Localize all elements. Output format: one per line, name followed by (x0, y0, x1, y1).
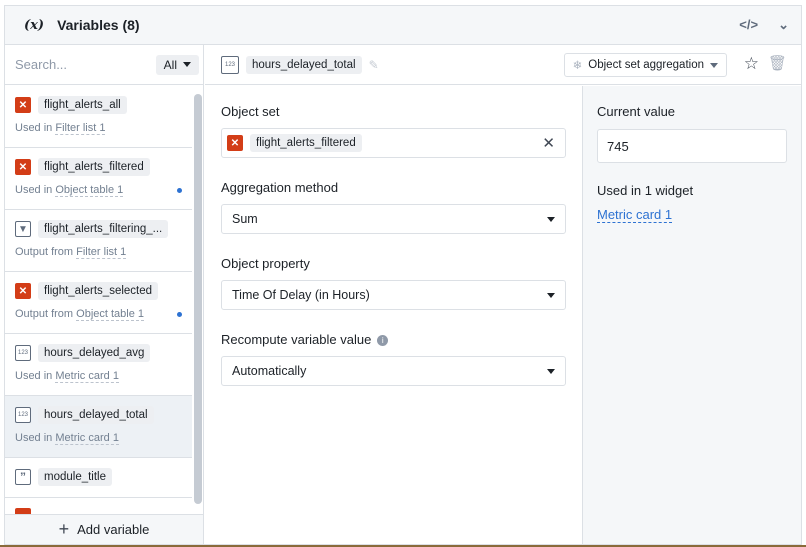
add-variable-button[interactable]: + Add variable (5, 514, 203, 544)
pencil-icon[interactable]: ✎ (369, 58, 379, 72)
variable-list: ✕ flight_alerts_all Used in Filter list 1 ✕… (5, 86, 192, 514)
usage-prefix: Output from (15, 246, 74, 258)
numeric-icon: 123 (221, 55, 239, 74)
usage-link[interactable]: Filter list 1 (76, 246, 127, 259)
list-item[interactable]: 123 hours_delayed_total Used in Metric car… (5, 396, 192, 458)
variables-panel: (x) Variables (8) </> ⌄ All ✕ flight_aler… (4, 5, 802, 545)
usage-prefix: Used in (15, 432, 53, 444)
numeric-icon: 123 (15, 345, 31, 361)
variable-usage: Used in Metric card 1 (15, 370, 192, 383)
current-value-label: Current value (597, 104, 676, 119)
numeric-icon: 123 (15, 407, 31, 423)
plus-icon: + (58, 519, 70, 539)
list-item[interactable]: ✕ flight_alerts_filtered Used in Object ta… (5, 148, 192, 210)
list-item[interactable]: ✕ flight_alerts_selected Output from Objec… (5, 272, 192, 334)
variable-name[interactable]: hours_delayed_total (246, 55, 362, 74)
modified-dot (177, 188, 182, 193)
object-set-field[interactable]: ✕ flight_alerts_filtered ✕ (221, 128, 566, 158)
variable-type-select[interactable]: ❄ Object set aggregation (563, 53, 727, 77)
variable-name: flight_alerts_selected (38, 282, 159, 300)
variable-usage: Output from Object table 1 (15, 308, 192, 321)
object-set-icon: ✕ (15, 159, 31, 175)
usage-link[interactable]: Metric card 1 (55, 432, 119, 445)
object-set-value: flight_alerts_filtered (250, 134, 362, 152)
variable-usage: Output from Filter list 1 (15, 246, 192, 259)
recompute-value: Automatically (232, 364, 307, 378)
modified-dot (177, 312, 182, 317)
variable-usage: Used in Metric card 1 (15, 432, 192, 445)
recompute-select[interactable]: Automatically (221, 356, 566, 386)
aggregation-label: Aggregation method (221, 180, 339, 195)
chevron-down-icon[interactable]: ⌄ (778, 17, 789, 33)
caret-down-icon (547, 292, 555, 298)
code-icon[interactable]: </> (739, 17, 758, 33)
usage-prefix: Output from (15, 308, 74, 320)
current-value: 745 (597, 129, 787, 163)
widget-link[interactable]: Metric card 1 (597, 207, 673, 223)
variable-name: flight_alerts_all (38, 96, 127, 114)
used-in-label: Used in 1 widget (597, 183, 694, 198)
details-panel: Current value 745 Used in 1 widget Metri… (583, 86, 801, 544)
object-set-icon: ✕ (15, 97, 31, 113)
object-set-icon: ✕ (227, 135, 243, 151)
object-set-label: Object set (221, 104, 280, 119)
trash-icon[interactable]: 🗑 (768, 54, 787, 72)
star-icon[interactable]: ☆ (744, 54, 759, 74)
property-label: Object property (221, 256, 310, 271)
caret-down-icon (547, 368, 555, 374)
search-input[interactable] (15, 57, 156, 72)
caret-down-icon (183, 62, 191, 67)
usage-link[interactable]: Object table 1 (76, 308, 145, 321)
aggregation-select[interactable]: Sum (221, 204, 566, 234)
variable-name: flight_alerts_filtering_... (38, 220, 169, 238)
list-item[interactable]: ▼ flight_alerts_filtering_... Output from … (5, 210, 192, 272)
add-variable-label: Add variable (77, 522, 150, 537)
variable-name: hours_delayed_avg (38, 344, 151, 362)
variable-usage: Used in Object table 1 (15, 184, 192, 197)
aggregation-value: Sum (232, 212, 258, 226)
string-icon: ” (15, 469, 31, 485)
panel-title: Variables (8) (57, 17, 140, 33)
scrollbar[interactable] (194, 94, 202, 504)
variable-type-value: Object set aggregation (588, 59, 704, 71)
variable-toolbar: 123 hours_delayed_total ✎ ❄ Object set a… (205, 45, 801, 85)
variable-icon: (x) (24, 17, 45, 33)
object-set-icon: ✕ (15, 283, 31, 299)
usage-prefix: Used in (15, 370, 53, 382)
variables-sidebar: All ✕ flight_alerts_all Used in Filter lis… (5, 45, 204, 544)
list-item[interactable]: ✕ flight_alerts_all Used in Filter list 1 (5, 86, 192, 148)
clear-icon[interactable]: ✕ (542, 134, 555, 152)
list-item[interactable] (5, 498, 192, 514)
variable-name: flight_alerts_filtered (38, 158, 150, 176)
property-select[interactable]: Time Of Delay (in Hours) (221, 280, 566, 310)
variable-name: module_title (38, 468, 113, 486)
recompute-label: Recompute variable value (221, 332, 372, 347)
property-value: Time Of Delay (in Hours) (232, 288, 370, 302)
usage-link[interactable]: Metric card 1 (55, 370, 119, 383)
filter-dropdown[interactable]: All (155, 54, 199, 75)
variable-usage: Used in Filter list 1 (15, 122, 192, 135)
list-item[interactable]: ” module_title (5, 458, 192, 498)
list-item[interactable]: 123 hours_delayed_avg Used in Metric card … (5, 334, 192, 396)
filter-value: All (163, 57, 177, 72)
variable-name: hours_delayed_total (38, 406, 154, 424)
usage-link[interactable]: Object table 1 (55, 184, 124, 197)
usage-prefix: Used in (15, 122, 53, 134)
snowflake-icon: ❄ (572, 60, 583, 72)
filter-icon: ▼ (15, 221, 31, 237)
panel-header: (x) Variables (8) </> ⌄ (5, 6, 801, 45)
caret-down-icon (547, 216, 555, 222)
caret-down-icon (710, 62, 718, 68)
info-icon[interactable]: i (377, 335, 389, 346)
usage-link[interactable]: Filter list 1 (55, 122, 106, 135)
usage-prefix: Used in (15, 184, 53, 196)
variable-form: Object set ✕ flight_alerts_filtered ✕ Agg… (205, 86, 583, 544)
